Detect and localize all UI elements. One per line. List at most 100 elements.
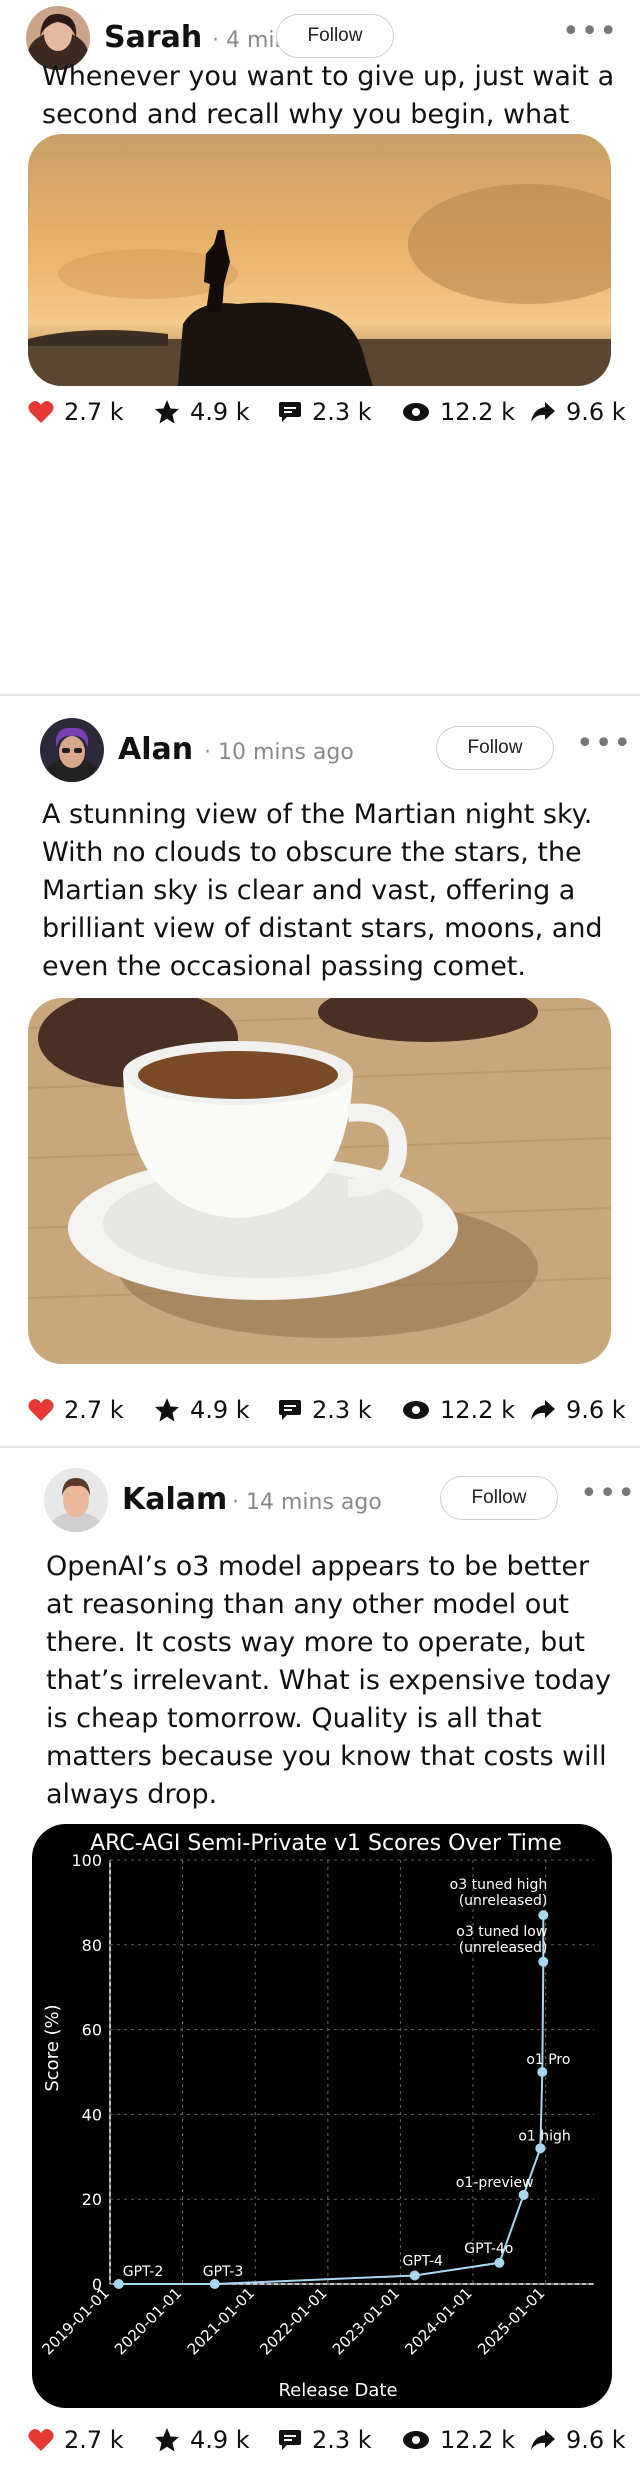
- username[interactable]: Sarah: [104, 20, 202, 55]
- y-tick-label: 20: [82, 2190, 102, 2209]
- data-point: [494, 2257, 505, 2268]
- x-tick-label: 2023-01-01: [329, 2284, 403, 2358]
- x-tick-label: 2019-01-01: [38, 2284, 112, 2358]
- y-tick-label: 60: [82, 2021, 102, 2040]
- y-tick-label: 100: [71, 1851, 102, 1870]
- like-count: 2.7 k: [64, 2426, 124, 2454]
- comment-count: 2.3 k: [312, 1396, 372, 1424]
- view-count: 12.2 k: [440, 398, 515, 426]
- star-count: 4.9 k: [190, 398, 250, 426]
- heart-icon: [28, 1399, 54, 1421]
- avatar[interactable]: [44, 1468, 108, 1532]
- share-count: 9.6 k: [566, 1396, 626, 1424]
- share-count: 9.6 k: [566, 398, 626, 426]
- share-action[interactable]: 9.6 k: [530, 392, 626, 432]
- post-actions: 2.7 k 4.9 k 2.3 k 12.2 k 9.6 k: [28, 392, 628, 432]
- data-label: o1-preview: [456, 2175, 534, 2191]
- comment-action[interactable]: 2.3 k: [278, 1390, 372, 1430]
- data-label: o3 tuned low (unreleased): [456, 1924, 547, 1956]
- more-options-icon[interactable]: •••: [580, 1479, 636, 1509]
- eye-icon: [403, 2431, 429, 2449]
- comment-icon: [279, 1400, 301, 1420]
- post-time: · 14 mins ago: [232, 1490, 382, 1515]
- y-tick-label: 40: [82, 2105, 102, 2124]
- divider: [0, 1446, 640, 1448]
- like-action[interactable]: 2.7 k: [28, 2420, 124, 2460]
- view-count: 12.2 k: [440, 2426, 515, 2454]
- view-action: 12.2 k: [402, 2420, 515, 2460]
- comment-icon: [279, 2430, 301, 2450]
- data-point: [538, 1956, 549, 1967]
- post-time: · 10 mins ago: [204, 740, 354, 765]
- post-alan: Alan · 10 mins ago Follow ••• A stunning…: [0, 710, 640, 1440]
- comment-action[interactable]: 2.3 k: [278, 2420, 372, 2460]
- eye-icon: [403, 1401, 429, 1419]
- comment-icon: [279, 402, 301, 422]
- post-text: A stunning view of the Martian night sky…: [42, 799, 603, 982]
- post-header: Kalam · 14 mins ago Follow •••: [44, 1468, 636, 1532]
- like-action[interactable]: 2.7 k: [28, 1390, 124, 1430]
- y-tick-label: 80: [82, 1936, 102, 1955]
- star-icon: [155, 400, 179, 424]
- share-action[interactable]: 9.6 k: [530, 2420, 626, 2460]
- like-count: 2.7 k: [64, 1396, 124, 1424]
- data-label: o3 tuned high (unreleased): [450, 1877, 548, 1909]
- post-kalam: Kalam · 14 mins ago Follow ••• OpenAI’s …: [0, 1462, 640, 2469]
- line-chart: ARC-AGI Semi-Private v1 Scores Over Time…: [38, 1831, 594, 2401]
- follow-button[interactable]: Follow: [436, 726, 554, 770]
- like-count: 2.7 k: [64, 398, 124, 426]
- y-axis-label: Score (%): [42, 2004, 63, 2091]
- more-options-icon[interactable]: •••: [576, 729, 632, 759]
- share-icon: [531, 2430, 555, 2450]
- x-tick-label: 2024-01-01: [401, 2284, 475, 2358]
- data-label: o1 high: [518, 2128, 570, 2144]
- star-action[interactable]: 4.9 k: [154, 1390, 250, 1430]
- star-action[interactable]: 4.9 k: [154, 392, 250, 432]
- data-label: GPT-2: [123, 2264, 164, 2280]
- chart-card: ARC-AGI Semi-Private v1 Scores Over Time…: [32, 1824, 612, 2408]
- data-label: GPT-3: [203, 2264, 244, 2280]
- divider: [0, 694, 640, 696]
- share-action[interactable]: 9.6 k: [530, 1390, 626, 1430]
- share-count: 9.6 k: [566, 2426, 626, 2454]
- x-tick-label: 2025-01-01: [474, 2284, 548, 2358]
- data-point: [538, 1910, 549, 1921]
- data-label: GPT-4o: [464, 2241, 513, 2257]
- follow-button[interactable]: Follow: [276, 14, 394, 58]
- username[interactable]: Alan: [118, 732, 193, 767]
- data-point: [537, 2067, 548, 2077]
- comment-action[interactable]: 2.3 k: [278, 392, 372, 432]
- star-count: 4.9 k: [190, 1396, 250, 1424]
- share-icon: [531, 402, 555, 422]
- comment-count: 2.3 k: [312, 398, 372, 426]
- share-icon: [531, 1400, 555, 1420]
- x-tick-label: 2022-01-01: [256, 2284, 330, 2358]
- star-icon: [155, 1398, 179, 1422]
- post-actions: 2.7 k 4.9 k 2.3 k 12.2 k 9.6 k: [28, 1390, 628, 1430]
- more-options-icon[interactable]: •••: [562, 17, 618, 47]
- post-header: Alan · 10 mins ago Follow •••: [40, 718, 632, 782]
- view-action: 12.2 k: [402, 1390, 515, 1430]
- data-point: [209, 2279, 220, 2289]
- star-icon: [155, 2428, 179, 2452]
- like-action[interactable]: 2.7 k: [28, 392, 124, 432]
- post-image-coffee[interactable]: [28, 998, 611, 1364]
- heart-icon: [28, 401, 54, 423]
- view-count: 12.2 k: [440, 1396, 515, 1424]
- eye-icon: [403, 403, 429, 421]
- heart-icon: [28, 2429, 54, 2451]
- username[interactable]: Kalam: [122, 1482, 227, 1517]
- post-actions: 2.7 k 4.9 k 2.3 k 12.2 k 9.6 k: [28, 2420, 628, 2460]
- data-point: [113, 2279, 124, 2289]
- post-image-sunset[interactable]: [28, 134, 611, 386]
- avatar[interactable]: [40, 718, 104, 782]
- star-action[interactable]: 4.9 k: [154, 2420, 250, 2460]
- star-count: 4.9 k: [190, 2426, 250, 2454]
- data-point: [409, 2270, 420, 2281]
- view-action: 12.2 k: [402, 392, 515, 432]
- follow-button[interactable]: Follow: [440, 1476, 558, 1520]
- data-label: o1 Pro: [526, 2052, 570, 2068]
- post-text: OpenAI’s o3 model appears to be better a…: [46, 1551, 611, 1810]
- post-sarah: Sarah · 4 mins ago Follow ••• Whenever y…: [0, 0, 640, 436]
- x-tick-label: 2020-01-01: [111, 2284, 185, 2358]
